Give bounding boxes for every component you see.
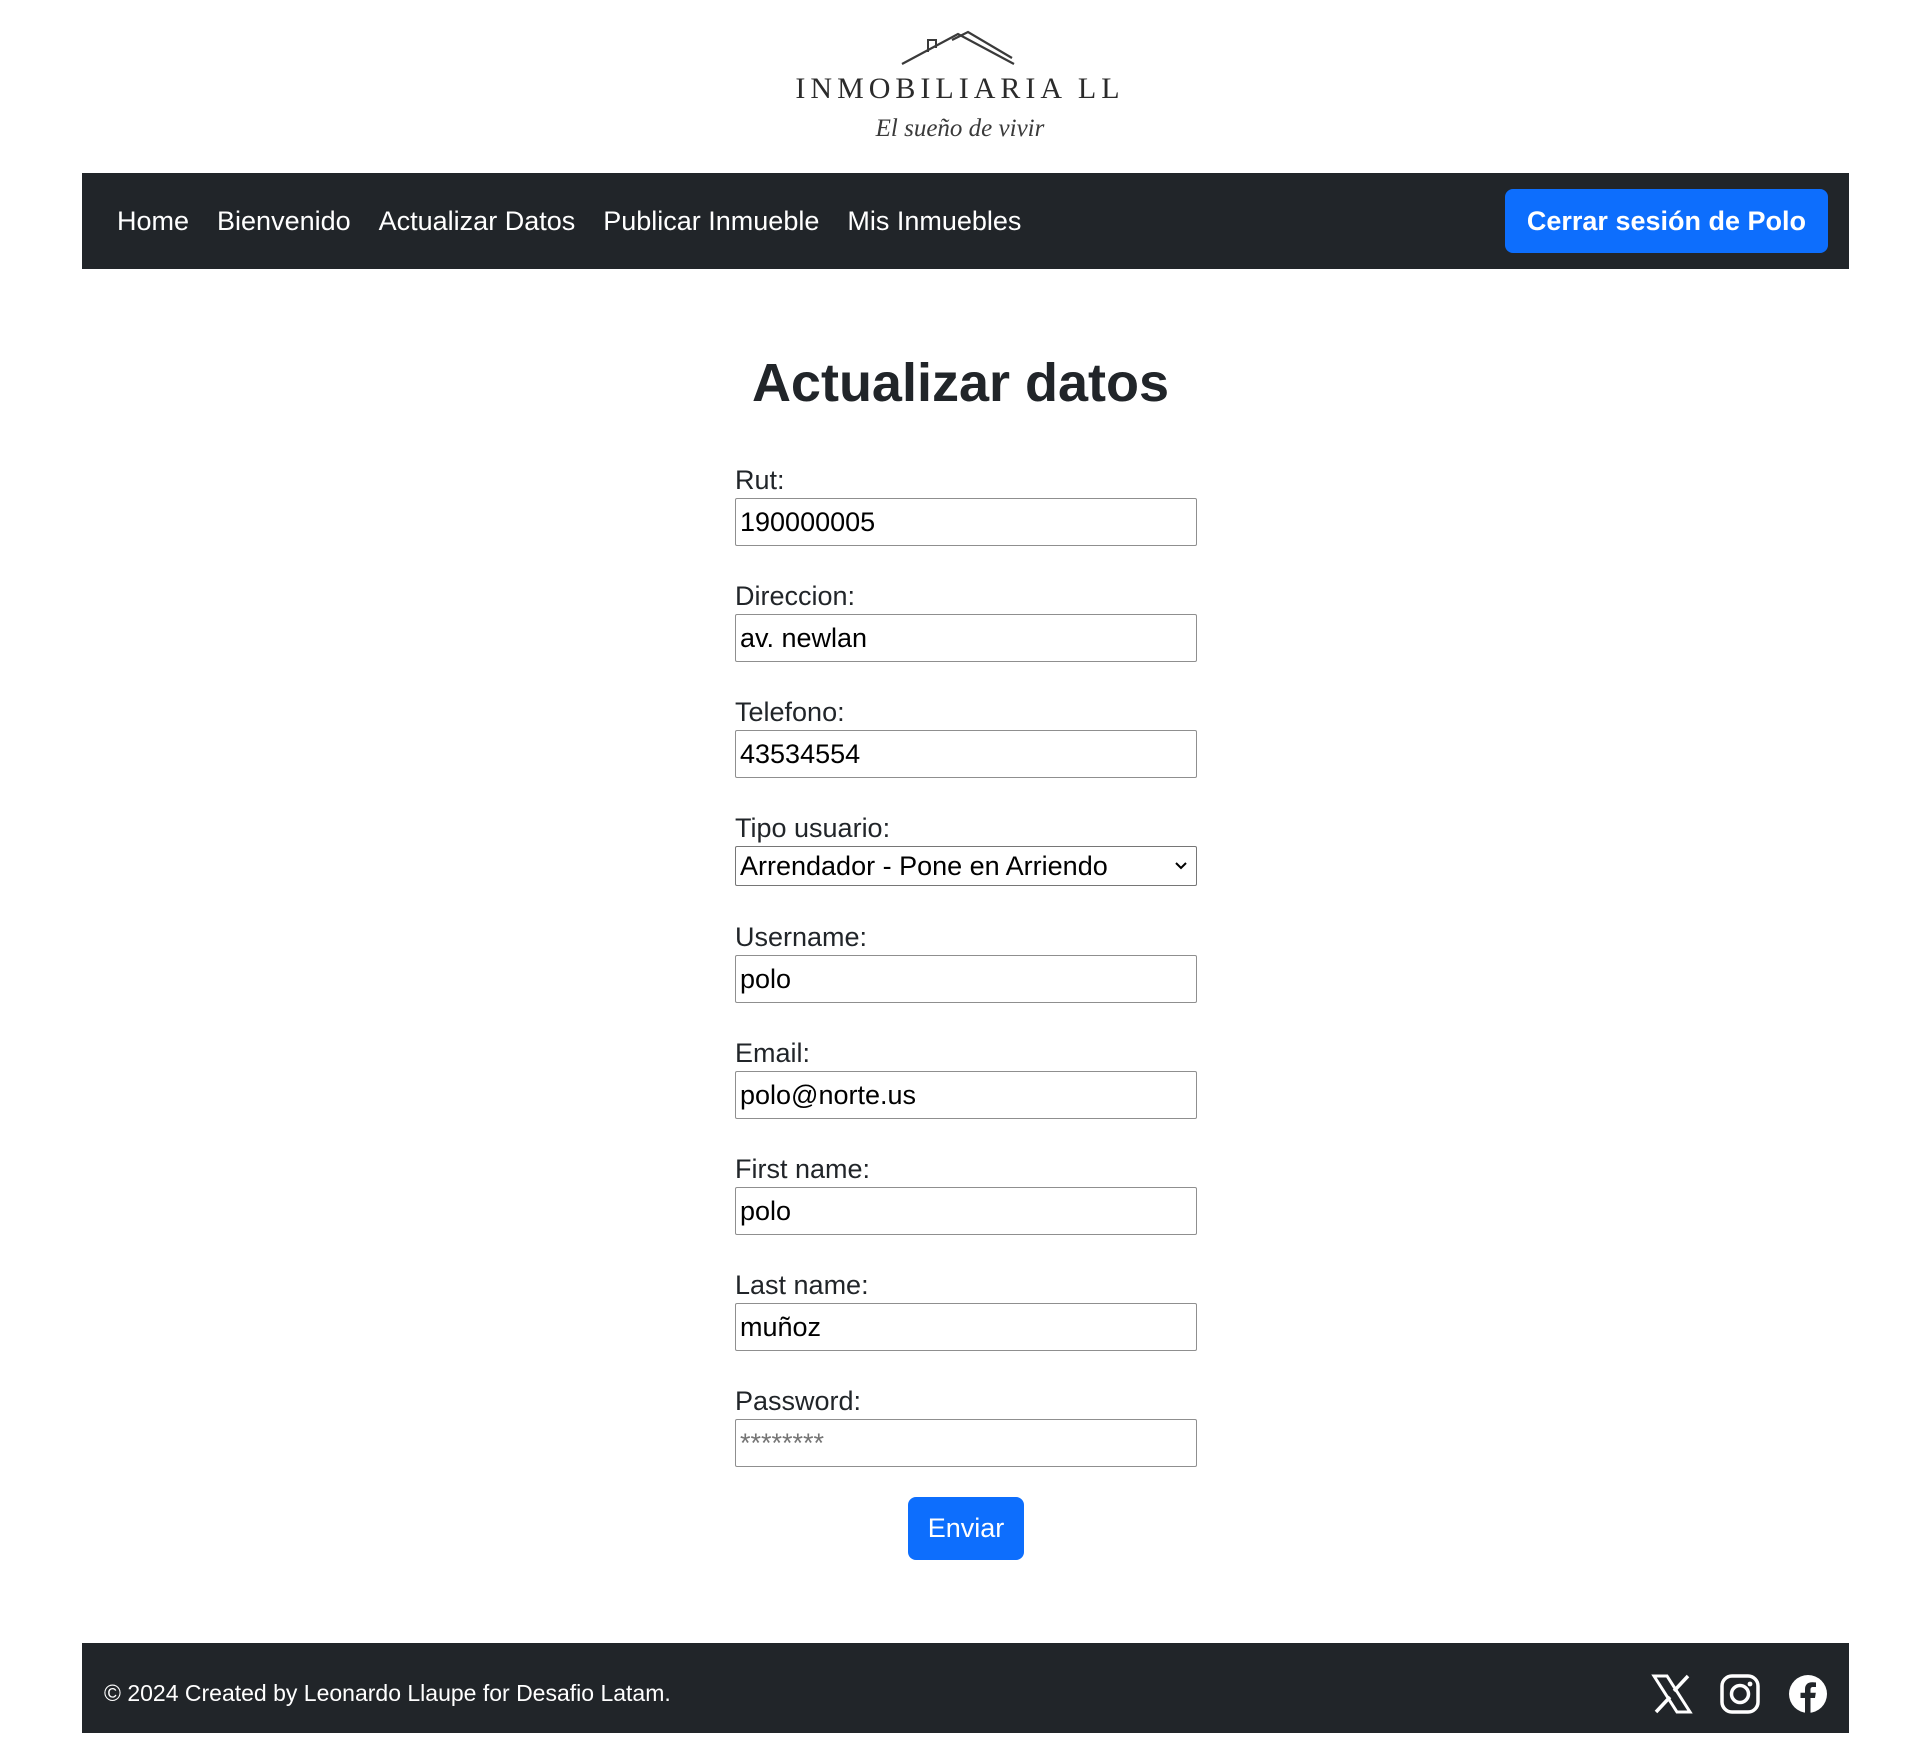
chevron-down-icon [1175,862,1187,870]
password-input[interactable] [735,1419,1197,1467]
telefono-label: Telefono: [735,697,845,727]
footer-copyright: © 2024 Created by Leonardo Llaupe for De… [104,1680,671,1706]
nav-link-mis-inmuebles[interactable]: Mis Inmuebles [847,206,1021,237]
last-name-input[interactable] [735,1303,1197,1351]
rut-group: Rut: [735,462,1197,578]
password-label: Password: [735,1386,862,1416]
tipo-usuario-label: Tipo usuario: [735,813,891,843]
password-group: Password: [735,1383,1197,1499]
submit-button[interactable]: Enviar [908,1497,1024,1560]
rut-label: Rut: [735,465,785,495]
nav-link-home[interactable]: Home [117,206,189,237]
logout-button[interactable]: Cerrar sesión de Polo [1504,189,1828,253]
facebook-icon[interactable] [1787,1673,1829,1715]
nav-link-actualizar-datos[interactable]: Actualizar Datos [379,206,576,237]
instagram-icon[interactable] [1719,1673,1761,1715]
update-data-form: Rut: Direccion: Telefono: Tipo usuario: … [735,462,1197,1499]
last-name-label: Last name: [735,1270,869,1300]
telefono-group: Telefono: [735,694,1197,810]
tipo-usuario-selected-value: Arrendador - Pone en Arriendo [740,850,1108,881]
navbar: Home Bienvenido Actualizar Datos Publica… [82,173,1849,269]
page-title: Actualizar datos [751,353,1170,413]
direccion-input[interactable] [735,614,1197,662]
x-icon[interactable] [1651,1673,1693,1715]
direccion-label: Direccion: [735,581,856,611]
first-name-label: First name: [735,1154,871,1184]
nav-links: Home Bienvenido Actualizar Datos Publica… [117,173,1049,269]
email-input[interactable] [735,1071,1197,1119]
house-roof-icon [901,30,1015,65]
nav-link-publicar-inmueble[interactable]: Publicar Inmueble [603,206,819,237]
direccion-group: Direccion: [735,578,1197,694]
last-name-group: Last name: [735,1267,1197,1383]
brand-name: INMOBILIARIA LL [795,72,1125,105]
first-name-group: First name: [735,1151,1197,1267]
tipo-usuario-group: Tipo usuario: Arrendador - Pone en Arrie… [735,810,1197,919]
telefono-input[interactable] [735,730,1197,778]
username-label: Username: [735,922,868,952]
email-group: Email: [735,1035,1197,1151]
nav-link-bienvenido[interactable]: Bienvenido [217,206,351,237]
footer: © 2024 Created by Leonardo Llaupe for De… [82,1643,1849,1733]
brand-logo: INMOBILIARIA LL El sueño de vivir [790,30,1130,150]
username-group: Username: [735,919,1197,1035]
social-links [1651,1673,1829,1715]
username-input[interactable] [735,955,1197,1003]
brand-tagline: El sueño de vivir [875,115,1045,142]
first-name-input[interactable] [735,1187,1197,1235]
tipo-usuario-select[interactable]: Arrendador - Pone en Arriendo [735,846,1197,886]
rut-input[interactable] [735,498,1197,546]
email-label: Email: [735,1038,811,1068]
